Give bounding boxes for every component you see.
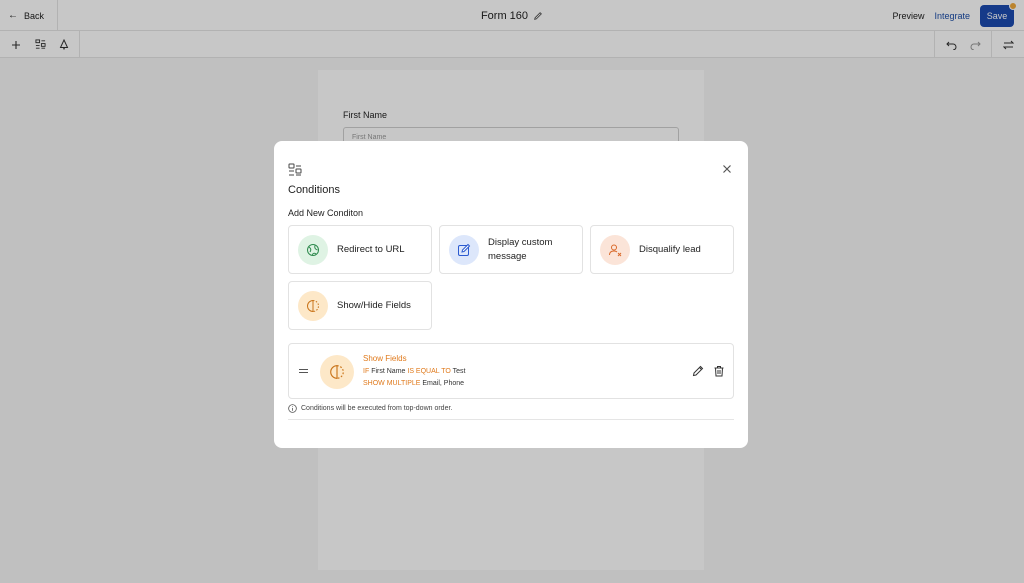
close-icon[interactable] bbox=[722, 164, 732, 174]
option-label: Redirect to URL bbox=[337, 243, 405, 255]
order-note-text: Conditions will be executed from top-dow… bbox=[301, 405, 453, 412]
target-fields: Email, Phone bbox=[422, 380, 465, 387]
info-icon bbox=[288, 404, 297, 413]
show-keyword: SHOW MULTIPLE bbox=[363, 380, 421, 387]
modal-title: Conditions bbox=[288, 184, 340, 196]
redirect-to-url-option[interactable]: Redirect to URL bbox=[288, 225, 432, 274]
show-hide-icon bbox=[320, 355, 354, 389]
option-label: Show/Hide Fields bbox=[337, 299, 411, 311]
add-condition-heading: Add New Conditon bbox=[288, 208, 364, 218]
user-x-icon bbox=[600, 234, 630, 265]
conditions-modal: Conditions Add New Conditon Redirect to … bbox=[274, 141, 748, 448]
show-hide-fields-option[interactable]: Show/Hide Fields bbox=[288, 281, 432, 330]
trash-icon[interactable] bbox=[713, 365, 725, 377]
edit-message-icon bbox=[449, 234, 479, 265]
display-custom-message-option[interactable]: Display custom message bbox=[439, 225, 583, 274]
if-keyword: IF bbox=[363, 368, 370, 375]
condition-value: Test bbox=[452, 368, 466, 375]
condition-rule: IF First Name IS EQUAL TO Test bbox=[363, 368, 466, 375]
divider bbox=[288, 419, 734, 420]
globe-icon bbox=[298, 234, 328, 265]
condition-action: SHOW MULTIPLE Email, Phone bbox=[363, 380, 464, 387]
if-field: First Name bbox=[371, 368, 406, 375]
condition-title: Show Fields bbox=[363, 354, 407, 363]
pencil-icon[interactable] bbox=[692, 365, 704, 377]
disqualify-lead-option[interactable]: Disqualify lead bbox=[590, 225, 734, 274]
operator-keyword: IS EQUAL TO bbox=[407, 368, 451, 375]
show-hide-icon bbox=[298, 290, 328, 321]
order-note: Conditions will be executed from top-dow… bbox=[288, 404, 452, 413]
option-label: Display custom message bbox=[488, 236, 553, 262]
conditions-icon bbox=[288, 163, 302, 176]
drag-handle-icon[interactable] bbox=[299, 367, 308, 375]
option-label: Disqualify lead bbox=[639, 243, 701, 255]
condition-item[interactable]: Show Fields IF First Name IS EQUAL TO Te… bbox=[288, 343, 734, 399]
